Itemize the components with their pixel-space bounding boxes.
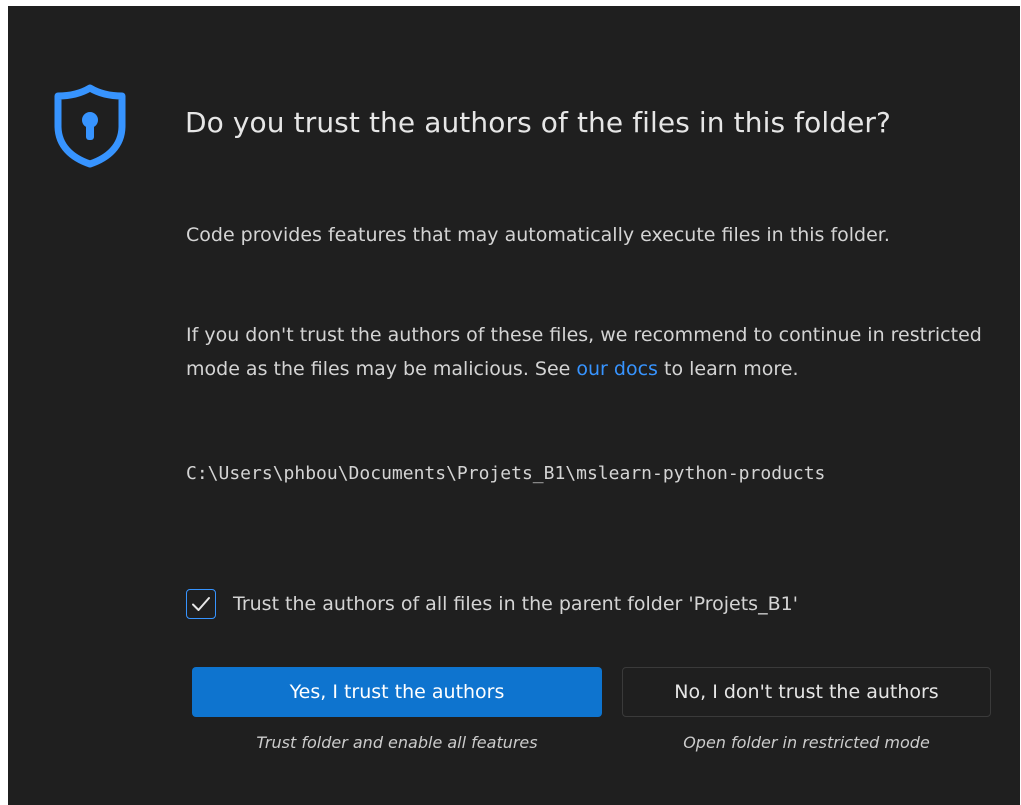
dialog-title: Do you trust the authors of the files in… — [185, 106, 891, 139]
folder-path: C:\Users\phbou\Documents\Projets_B1\msle… — [186, 463, 826, 484]
checkmark-icon — [192, 597, 210, 611]
dont-trust-authors-sublabel: Open folder in restricted mode — [683, 733, 930, 752]
dont-trust-authors-button[interactable]: No, I don't trust the authors — [622, 667, 991, 717]
restricted-mode-paragraph: If you don't trust the authors of these … — [186, 318, 1006, 386]
trust-authors-button[interactable]: Yes, I trust the authors — [192, 667, 602, 717]
trust-parent-label[interactable]: Trust the authors of all files in the pa… — [233, 593, 798, 615]
workspace-trust-dialog: Do you trust the authors of the files in… — [8, 6, 1020, 805]
description-paragraph: Code provides features that may automati… — [186, 224, 890, 246]
trust-authors-sublabel: Trust folder and enable all features — [256, 733, 538, 752]
restricted-mode-text-end: to learn more. — [657, 358, 799, 380]
trust-parent-checkbox-row[interactable]: Trust the authors of all files in the pa… — [186, 589, 798, 619]
shield-lock-icon — [50, 84, 130, 168]
our-docs-link[interactable]: our docs — [576, 358, 658, 380]
trust-parent-checkbox[interactable] — [186, 589, 216, 619]
